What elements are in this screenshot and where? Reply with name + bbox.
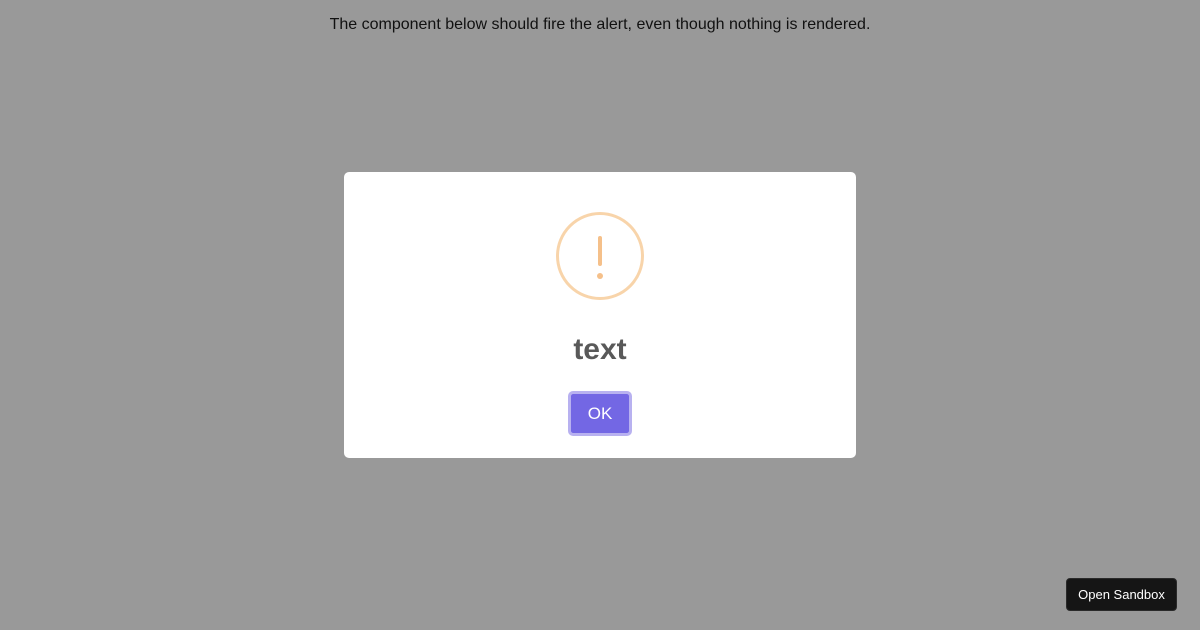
alert-title: text (573, 333, 627, 366)
warning-icon-dot (597, 273, 603, 279)
intro-text: The component below should fire the aler… (329, 16, 871, 33)
warning-icon (556, 212, 644, 300)
warning-icon-bar (598, 236, 602, 266)
open-sandbox-button[interactable]: Open Sandbox (1066, 578, 1177, 611)
page: The component below should fire the aler… (0, 0, 1200, 630)
ok-button-label: OK (571, 394, 629, 433)
alert-modal: text OK (344, 172, 856, 458)
ok-button[interactable]: OK (568, 391, 632, 436)
